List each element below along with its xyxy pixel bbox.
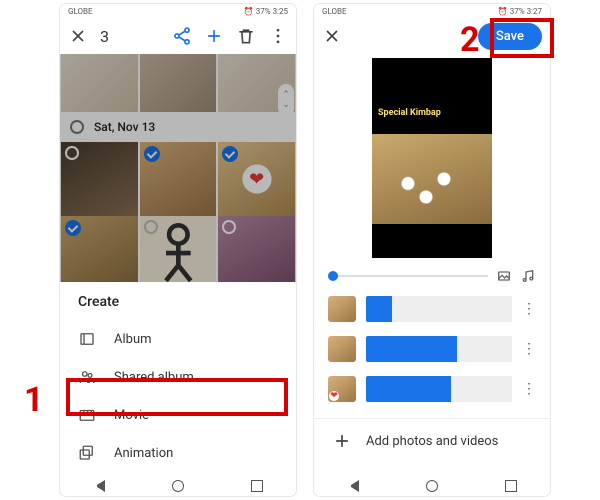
photo-thumb[interactable] [140, 54, 217, 112]
photo-thumb[interactable]: ❤ [218, 142, 295, 216]
back-button[interactable] [93, 480, 105, 492]
clock-label: 3:25 [273, 7, 288, 16]
clip-duration-bar[interactable] [366, 296, 512, 322]
callout-number-2: 2 [460, 20, 480, 60]
add-photos-row[interactable]: Add photos and videos [314, 418, 550, 451]
phone-right: GLOBE ⏰ 37% 3:27 Save Special Kimbap [314, 4, 550, 496]
option-album[interactable]: Album [78, 320, 278, 358]
home-button[interactable] [172, 480, 184, 492]
recents-button[interactable] [505, 480, 517, 492]
share-icon[interactable] [172, 26, 192, 46]
alarm-icon: ⏰ [244, 7, 254, 16]
video-preview[interactable]: Special Kimbap [372, 58, 492, 258]
trash-icon[interactable] [236, 26, 256, 46]
music-icon[interactable] [520, 268, 536, 284]
clip-overflow-icon[interactable]: ⋮ [522, 342, 536, 356]
selection-count: 3 [100, 27, 109, 46]
clip-list: ⋮ ⋮ ❤ ⋮ [314, 288, 550, 418]
clip-thumb [328, 336, 356, 362]
overflow-icon[interactable] [268, 26, 288, 46]
clock-label: 3:27 [527, 7, 542, 16]
callout-number-1: 1 [24, 380, 44, 420]
home-button[interactable] [426, 480, 438, 492]
status-bar: GLOBE ⏰ 37% 3:25 [60, 4, 296, 18]
timeline-slider[interactable] [314, 264, 550, 288]
album-icon [78, 329, 96, 349]
clip-row[interactable]: ❤ ⋮ [328, 372, 536, 406]
alarm-icon: ⏰ [498, 7, 508, 16]
close-icon[interactable] [322, 26, 342, 46]
aspect-icon[interactable] [496, 268, 512, 284]
option-label: Animation [114, 446, 173, 461]
animation-icon [78, 443, 96, 463]
android-nav-bar [60, 476, 296, 496]
android-nav-bar [314, 476, 550, 496]
clip-row[interactable]: ⋮ [328, 292, 536, 326]
clip-duration-bar[interactable] [366, 336, 512, 362]
clip-overflow-icon[interactable]: ⋮ [522, 382, 536, 396]
clip-thumb: ❤ [328, 376, 356, 402]
selected-icon [222, 146, 238, 162]
heart-icon: ❤ [240, 162, 274, 196]
photo-thumb[interactable] [61, 216, 138, 290]
add-icon[interactable] [204, 26, 224, 46]
selected-icon [144, 146, 160, 162]
selection-toolbar: 3 [60, 18, 296, 54]
section-date-label: Sat, Nov 13 [94, 120, 155, 134]
phone-left: GLOBE ⏰ 37% 3:25 3 [60, 4, 296, 496]
photo-thumb[interactable] [140, 142, 217, 216]
recents-button[interactable] [251, 480, 263, 492]
unselected-icon [222, 220, 236, 234]
preview-title-overlay: Special Kimbap [378, 108, 441, 118]
close-icon[interactable] [68, 26, 88, 46]
slider-thumb[interactable] [328, 271, 338, 281]
battery-label: 37% [256, 7, 271, 16]
option-label: Album [114, 332, 152, 347]
clip-overflow-icon[interactable]: ⋮ [522, 302, 536, 316]
option-animation[interactable]: Animation [78, 434, 278, 472]
sheet-title: Create [78, 294, 278, 310]
back-button[interactable] [347, 480, 359, 492]
callout-box-1 [66, 378, 288, 416]
battery-label: 37% [510, 7, 525, 16]
status-bar: GLOBE ⏰ 37% 3:27 [314, 4, 550, 18]
photo-thumb[interactable] [218, 216, 295, 290]
photo-grid: ⌃⌄ Sat, Nov 13 ❤ [60, 54, 296, 294]
photo-thumb[interactable] [61, 142, 138, 216]
unselected-icon [144, 220, 158, 234]
plus-icon [332, 431, 352, 451]
select-all-radio[interactable] [70, 120, 84, 134]
clip-thumb [328, 296, 356, 322]
unselected-icon [65, 146, 79, 160]
clip-duration-bar[interactable] [366, 376, 512, 402]
callout-box-2 [490, 18, 554, 58]
carrier-label: GLOBE [322, 7, 347, 16]
add-photos-label: Add photos and videos [366, 434, 498, 449]
photo-thumb[interactable] [140, 216, 217, 290]
photo-thumb[interactable] [61, 54, 138, 112]
clip-row[interactable]: ⋮ [328, 332, 536, 366]
scroll-handle[interactable]: ⌃⌄ [278, 84, 294, 116]
carrier-label: GLOBE [68, 7, 93, 16]
selected-icon [65, 220, 81, 236]
